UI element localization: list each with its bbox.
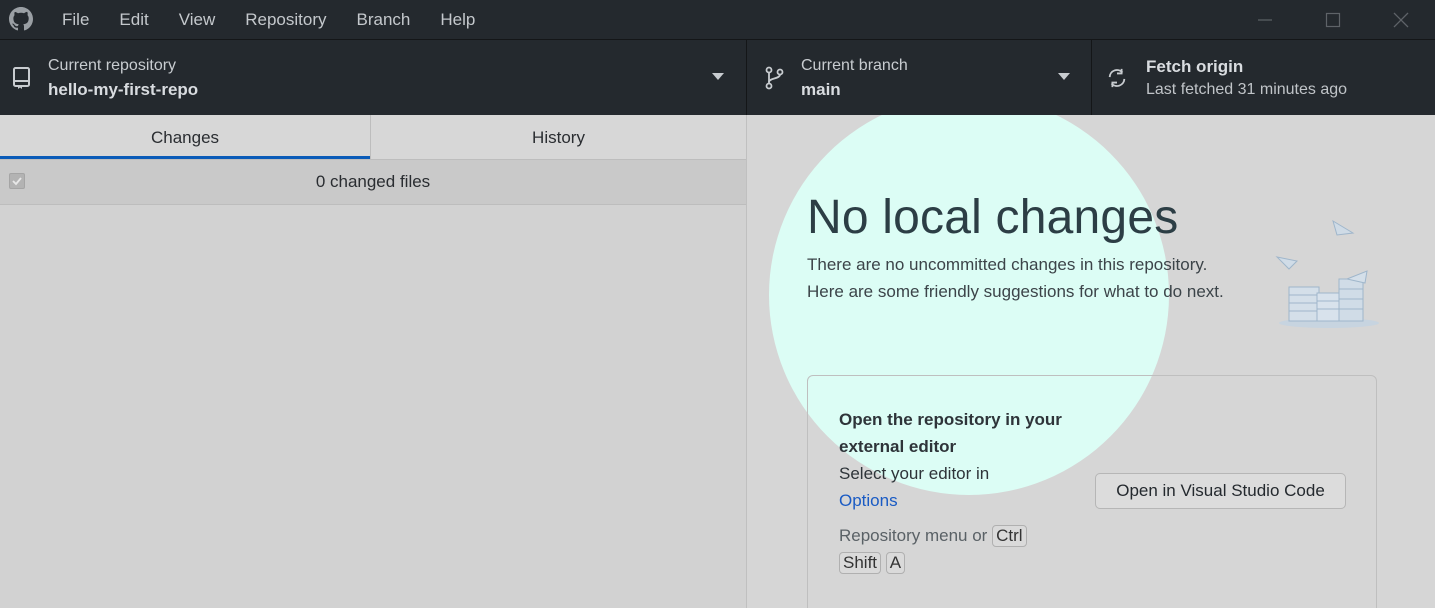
title-bar: File Edit View Repository Branch Help: [0, 0, 1435, 39]
page-title: No local changes: [807, 191, 1179, 244]
current-repository-name: hello-my-first-repo: [48, 80, 199, 99]
minimize-icon: [1258, 18, 1272, 21]
github-logo-icon: [9, 7, 33, 31]
current-repository-label: Current repository: [48, 57, 177, 74]
current-repository-dropdown[interactable]: Current repository hello-my-first-repo: [0, 40, 747, 115]
menu-file[interactable]: File: [47, 0, 104, 39]
tab-history[interactable]: History: [370, 115, 746, 159]
current-branch-label: Current branch: [801, 57, 908, 74]
paper-stack-illustration-icon: [1275, 219, 1379, 328]
no-changes-description: There are no uncommitted changes in this…: [807, 255, 1224, 301]
sidebar-tabs: Changes History: [0, 115, 746, 160]
fetch-origin-label: Fetch origin: [1146, 57, 1244, 76]
close-button[interactable]: [1367, 0, 1435, 39]
open-in-editor-button[interactable]: Open in Visual Studio Code: [1095, 473, 1346, 509]
no-changes-view: No local changes There are no uncommitte…: [747, 115, 1435, 608]
kbd-shift: Shift: [839, 552, 882, 574]
menu-edit[interactable]: Edit: [104, 0, 163, 39]
changes-list-header: 0 changed files: [0, 160, 746, 205]
suggestion-title: Open the repository in your external edi…: [839, 410, 1062, 456]
tab-changes[interactable]: Changes: [0, 115, 370, 159]
options-link[interactable]: Options: [839, 491, 898, 510]
fetch-origin-button[interactable]: Fetch origin Last fetched 31 minutes ago: [1092, 40, 1435, 115]
kbd-ctrl: Ctrl: [992, 525, 1027, 547]
changes-sidebar: Changes History 0 changed files: [0, 115, 747, 608]
select-all-checkbox[interactable]: [9, 173, 25, 189]
keyboard-shortcut-hint: Repository menu or Ctrl Shift A: [839, 522, 1099, 576]
repo-icon: [13, 67, 30, 89]
chevron-down-icon: [1058, 73, 1070, 80]
maximize-icon: [1325, 12, 1341, 27]
suggestion-desc-text: Select your editor in: [839, 464, 990, 483]
branch-icon: [765, 66, 784, 90]
menu-bar: File Edit View Repository Branch Help: [47, 0, 490, 39]
window-controls: [1231, 0, 1435, 39]
toolbar: Current repository hello-my-first-repo C…: [0, 39, 1435, 115]
suggestion-card: Open the repository in your external edi…: [807, 375, 1377, 608]
menu-repository[interactable]: Repository: [230, 0, 341, 39]
kbd-a: A: [885, 552, 906, 574]
close-icon: [1393, 12, 1409, 27]
menu-view[interactable]: View: [164, 0, 231, 39]
current-branch-name: main: [801, 80, 841, 99]
minimize-button[interactable]: [1231, 0, 1299, 39]
menu-branch[interactable]: Branch: [342, 0, 426, 39]
sync-icon: [1108, 68, 1126, 88]
last-fetched-text: Last fetched 31 minutes ago: [1146, 81, 1348, 98]
suggestion-description: Select your editor in Options: [839, 460, 1079, 514]
changed-files-count: 0 changed files: [315, 172, 431, 191]
current-branch-dropdown[interactable]: Current branch main: [747, 40, 1092, 115]
chevron-down-icon: [712, 73, 724, 80]
menu-help[interactable]: Help: [425, 0, 490, 39]
checkmark-icon: [12, 177, 22, 186]
maximize-button[interactable]: [1299, 0, 1367, 39]
shortcut-prefix: Repository menu or: [839, 526, 988, 545]
